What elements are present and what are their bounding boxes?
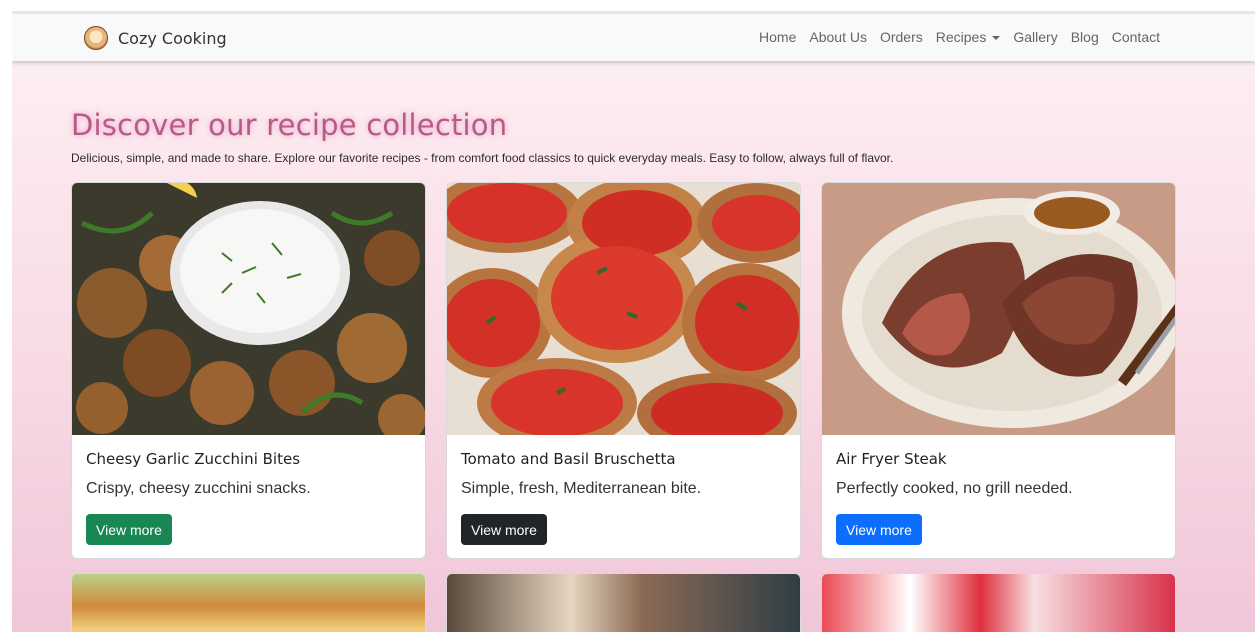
zucchini-bites-image [72, 183, 425, 435]
page-subtitle: Delicious, simple, and made to share. Ex… [71, 151, 894, 165]
recipe-card-steak: Air Fryer Steak Perfectly cooked, no gri… [821, 182, 1176, 559]
nav-orders[interactable]: Orders [880, 29, 923, 45]
page-title: Discover our recipe collection [71, 108, 508, 142]
card-title: Air Fryer Steak [836, 450, 947, 468]
navbar: Cozy Cooking Home About Us Orders Recipe… [12, 14, 1255, 61]
card-title: Cheesy Garlic Zucchini Bites [86, 450, 301, 468]
nav-home[interactable]: Home [759, 29, 796, 45]
nav-gallery[interactable]: Gallery [1013, 29, 1057, 45]
bruschetta-image [447, 183, 800, 435]
nav-recipes-label: Recipes [935, 29, 987, 45]
card-description: Perfectly cooked, no grill needed. [836, 480, 1073, 497]
card-description: Simple, fresh, Mediterranean bite. [461, 480, 702, 497]
view-more-button[interactable]: View more [86, 514, 172, 545]
brand-name: Cozy Cooking [118, 28, 227, 48]
recipe-card-partial-strawberries [821, 573, 1176, 632]
window-top-border [12, 11, 1255, 14]
brand[interactable]: Cozy Cooking [84, 26, 227, 50]
recipe-card-partial-lasagna [71, 573, 426, 632]
recipe-card-bruschetta: Tomato and Basil Bruschetta Simple, fres… [446, 182, 801, 559]
card-title: Tomato and Basil Bruschetta [461, 450, 676, 468]
view-more-button[interactable]: View more [836, 514, 922, 545]
nav-recipes-dropdown[interactable]: Recipes [936, 29, 1001, 45]
bun-logo-icon [84, 26, 108, 50]
recipe-card-zucchini: Cheesy Garlic Zucchini Bites Crispy, che… [71, 182, 426, 559]
caret-down-icon [992, 36, 1001, 40]
card-description: Crispy, cheesy zucchini snacks. [86, 480, 311, 497]
page: Cozy Cooking Home About Us Orders Recipe… [12, 11, 1255, 632]
nav-contact[interactable]: Contact [1112, 29, 1160, 45]
nav-blog[interactable]: Blog [1071, 29, 1099, 45]
recipe-card-partial-cinnamon-rolls [446, 573, 801, 632]
nav-about-us[interactable]: About Us [809, 29, 867, 45]
nav-links: Home About Us Orders Recipes Gallery Blo… [759, 29, 1160, 45]
view-more-button[interactable]: View more [461, 514, 547, 545]
steak-image [822, 183, 1175, 435]
